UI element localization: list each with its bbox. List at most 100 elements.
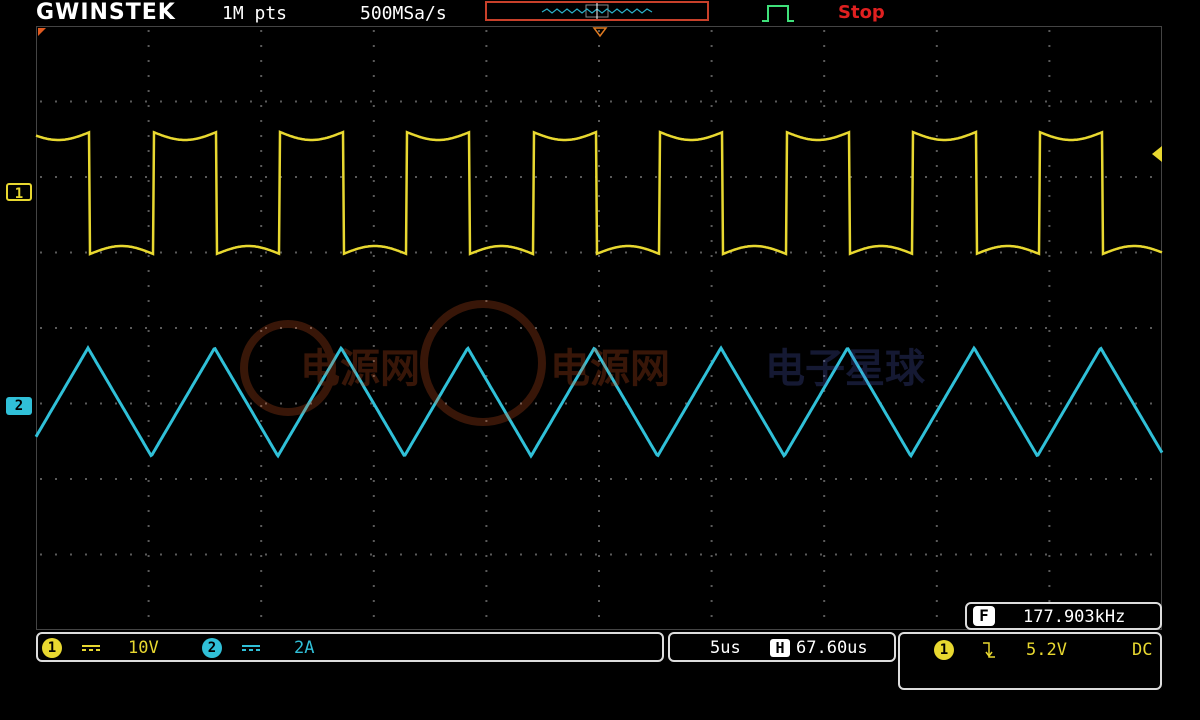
grid-dot [1135,176,1137,178]
grid-dot [935,585,938,587]
grid-dot [823,165,826,167]
ch2-ground-marker[interactable]: 2 [6,397,32,415]
grid-dot [700,478,702,480]
grid-dot [100,327,102,329]
grid-dot [925,553,927,556]
grid-dot [598,450,600,452]
trigger-panel: 1 5.2V DC [898,632,1162,690]
grid-dot [260,210,263,212]
grid-dot [935,600,938,602]
grid-dot [598,105,600,107]
grid-dot [260,615,263,617]
grid-dot [550,478,552,480]
grid-dot [372,615,375,617]
grid-dot [1048,360,1051,362]
grid-dot [485,195,488,197]
grid-dot [372,420,375,422]
grid-dot [823,615,826,617]
grid-dot [775,478,777,480]
grid-dot [610,478,612,480]
grid-dot [485,240,488,242]
grid-dot [260,90,263,92]
grid-dot [880,251,882,254]
grid-dot [710,150,713,152]
grid-dot [310,553,312,556]
grid-dot [710,480,713,482]
grid-dot [598,465,600,467]
grid-dot [265,553,267,556]
grid-dot [145,100,147,103]
grid-dot [372,30,375,32]
grid-dot [820,478,822,480]
grid-dot [85,553,87,556]
grid-dot [485,540,488,542]
grid-dot [710,540,713,542]
grid-dot [147,570,150,572]
grid-dot [175,478,177,480]
grid-dot [710,600,713,602]
ch1-ground-marker[interactable]: 1 [6,183,32,202]
grid-dot [40,327,42,329]
grid-dot [710,165,713,167]
grid-dot [955,251,957,254]
grid-dot [147,345,150,347]
grid-dot [372,465,375,467]
grid-dot [1075,100,1077,103]
grid-dot [55,176,57,178]
grid-dot [372,165,375,167]
grid-dot [955,100,957,103]
grid-dot [1105,327,1107,329]
grid-dot [372,120,375,122]
grid-dot [940,251,942,254]
grid-dot [1060,402,1062,405]
grid-dot [370,478,372,480]
grid-dot [145,553,147,556]
grid-dot [670,478,672,480]
grid-dot [1048,300,1051,302]
grid-dot [775,553,777,556]
grid-dot [598,45,600,47]
grid-dot [835,251,837,254]
trigger-coupling: DC [1132,640,1153,660]
grid-dot [310,100,312,103]
grid-dot [205,478,207,480]
grid-dot [175,402,177,405]
grid-dot [147,495,150,497]
grid-dot [55,553,57,556]
grid-dot [265,100,267,103]
grid-dot [505,251,507,254]
grid-dot [1045,251,1047,254]
grid-dot [710,90,713,92]
grid-dot [1048,75,1051,77]
grid-dot [372,90,375,92]
grid-dot [1135,327,1137,329]
grid-dot [1045,553,1047,556]
grid-dot [745,176,747,178]
grid-dot [310,251,312,254]
grid-dot [520,100,522,103]
ch2-number-badge: 2 [202,638,222,658]
grid-dot [1048,465,1051,467]
grid-dot [370,176,372,178]
grid-dot [235,100,237,103]
grid-dot [1045,478,1047,480]
grid-dot [550,553,552,556]
grid-dot [710,435,713,437]
grid-dot [935,300,938,302]
grid-dot [485,45,488,47]
grid-dot [935,570,938,572]
grid-dot [598,270,600,272]
grid-dot [1090,251,1092,254]
grid-dot [910,553,912,556]
grid-dot [147,285,150,287]
grid-dot [823,510,826,512]
grid-dot [485,255,488,257]
grid-dot [55,327,57,329]
grid-dot [40,176,42,178]
horizontal-position-icon: H [770,639,790,657]
grid-dot [1105,553,1107,556]
grid-dot [1120,100,1122,103]
grid-dot [40,553,42,556]
grid-dot [490,251,492,254]
grid-dot [265,478,267,480]
